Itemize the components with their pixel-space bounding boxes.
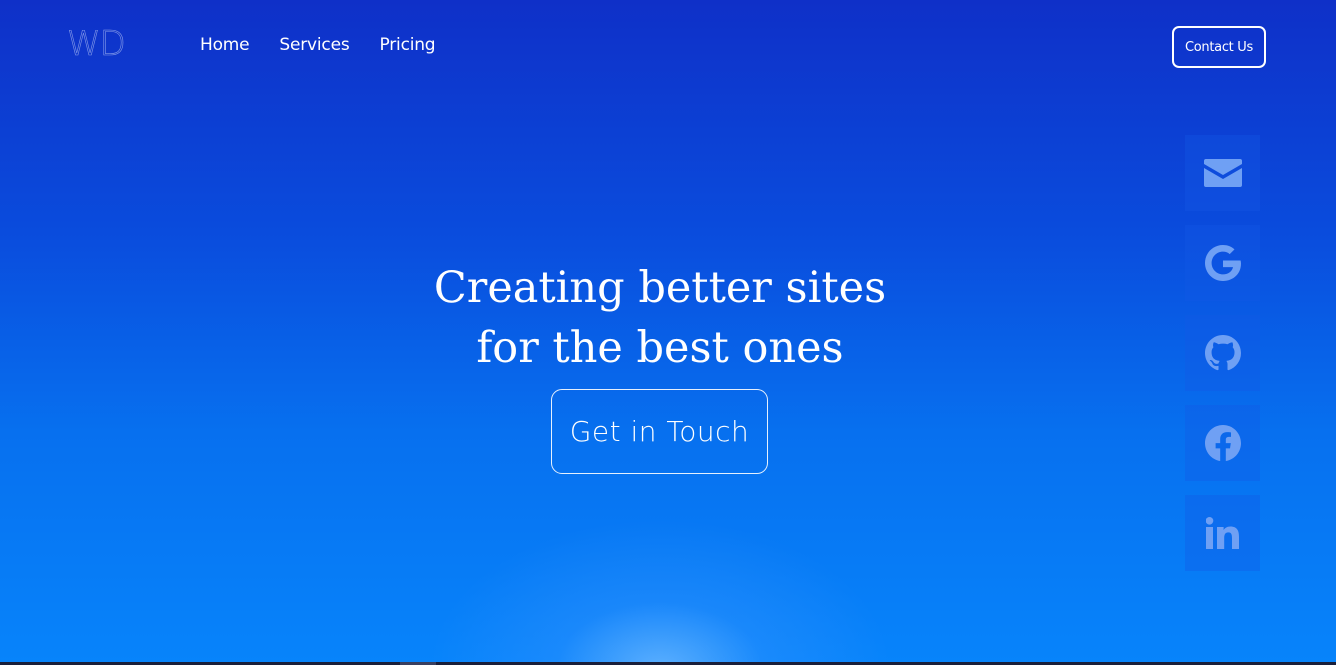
nav-home[interactable]: Home: [200, 35, 250, 55]
envelope-icon: [1203, 159, 1242, 187]
social-links: [1185, 135, 1260, 571]
hero-title: Creating better sites for the best ones: [0, 258, 1320, 378]
social-link-facebook[interactable]: [1185, 405, 1260, 481]
social-link-email[interactable]: [1185, 135, 1260, 211]
get-in-touch-button[interactable]: Get in Touch: [551, 389, 768, 474]
facebook-icon: [1204, 425, 1241, 461]
nav-services[interactable]: Services: [279, 35, 349, 55]
social-link-linkedin[interactable]: [1185, 495, 1260, 571]
main-nav: Home Services Pricing: [200, 35, 436, 55]
logo[interactable]: WD: [67, 24, 126, 65]
social-link-github[interactable]: [1185, 315, 1260, 391]
linkedin-icon: [1205, 517, 1239, 549]
social-link-google[interactable]: [1185, 225, 1260, 301]
hero-title-line-1: Creating better sites: [433, 263, 887, 313]
github-icon: [1204, 335, 1241, 371]
contact-us-button[interactable]: Contact Us: [1172, 26, 1266, 68]
nav-pricing[interactable]: Pricing: [380, 35, 436, 55]
hero-title-line-2: for the best ones: [476, 323, 844, 373]
google-icon: [1204, 245, 1241, 281]
